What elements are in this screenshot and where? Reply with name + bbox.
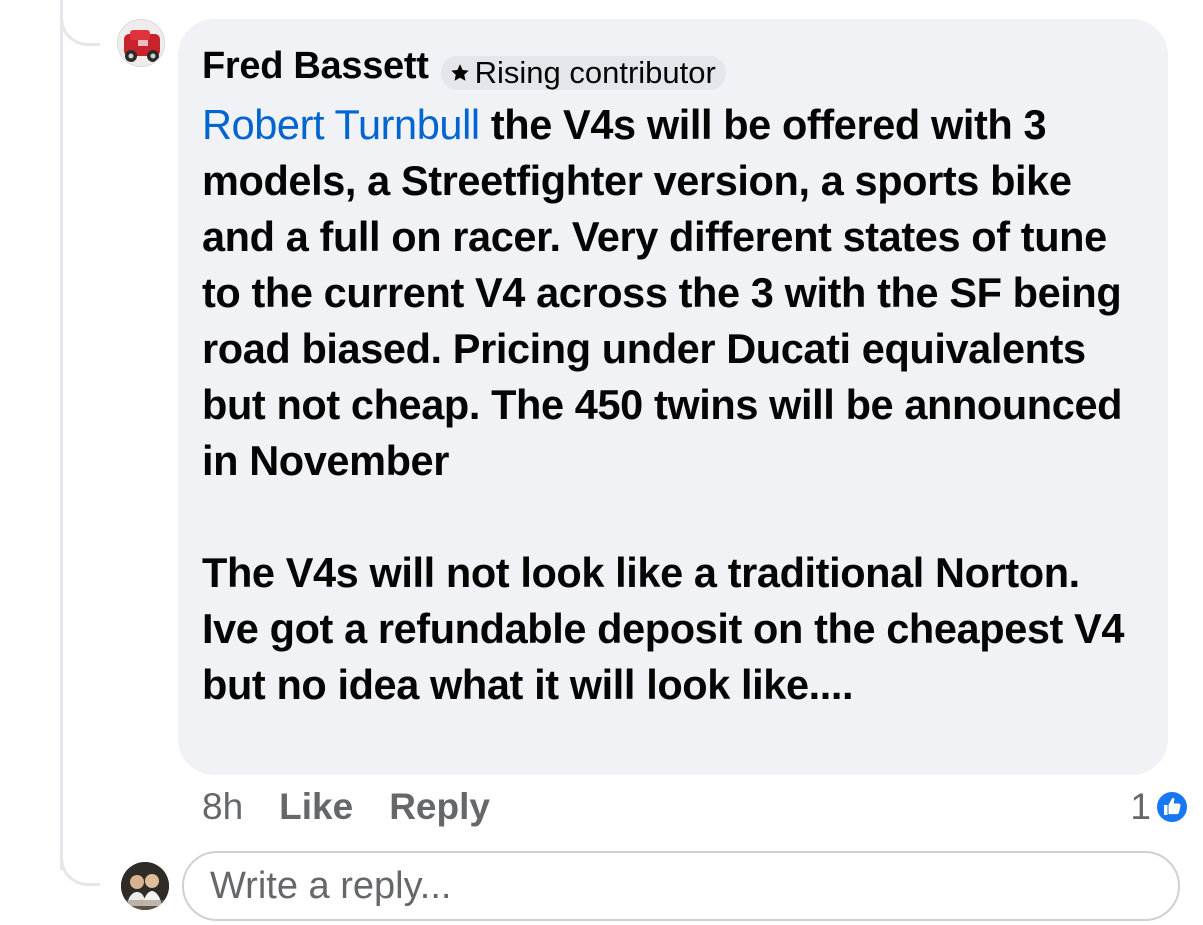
comment-header: Fred Bassett Rising contributor	[202, 43, 1144, 90]
author-name-link[interactable]: Fred Bassett	[202, 45, 429, 88]
comment-text: Robert Turnbull the V4s will be offered …	[202, 97, 1144, 713]
reaction-summary[interactable]: 1	[1130, 782, 1189, 832]
reply-button[interactable]: Reply	[389, 786, 490, 828]
badge-label: Rising contributor	[474, 55, 716, 90]
avatar-image	[121, 862, 169, 910]
reaction-count: 1	[1130, 786, 1151, 827]
thread-connector-line	[60, 0, 63, 870]
author-avatar[interactable]	[117, 19, 165, 67]
star-icon	[450, 64, 469, 81]
comment-paragraph-1: Robert Turnbull the V4s will be offered …	[202, 97, 1144, 489]
mention-link[interactable]: Robert Turnbull	[202, 101, 480, 148]
comment-timestamp[interactable]: 8h	[202, 786, 243, 828]
comment-paragraph-1-text: the V4s will be offered with 3 models, a…	[202, 101, 1123, 484]
thread-connector-curve-reply	[60, 846, 100, 886]
comment-paragraph-2: The V4s will not look like a traditional…	[202, 549, 1125, 708]
thread-connector-curve-comment	[60, 0, 100, 46]
comment-actions: 8h Like Reply	[202, 782, 526, 832]
comment-bubble: Fred Bassett Rising contributor Robert T…	[178, 19, 1168, 775]
like-button[interactable]: Like	[279, 786, 353, 828]
reply-input[interactable]	[208, 863, 1178, 909]
reply-composer[interactable]	[182, 851, 1180, 921]
current-user-avatar[interactable]	[121, 862, 169, 910]
thumbs-up-icon	[1155, 790, 1189, 824]
avatar-image	[118, 20, 164, 66]
rising-contributor-badge[interactable]: Rising contributor	[440, 55, 726, 90]
